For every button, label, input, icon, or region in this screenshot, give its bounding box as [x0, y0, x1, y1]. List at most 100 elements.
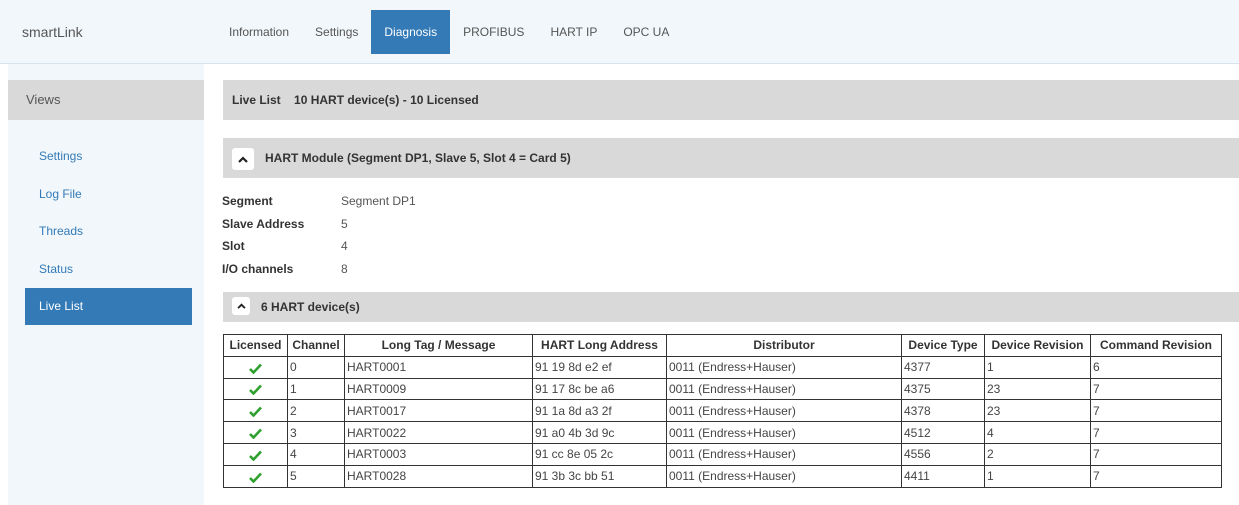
tab-profibus[interactable]: PROFIBUS	[450, 10, 537, 54]
licensed-cell	[223, 421, 288, 444]
device-type-cell: 4512	[901, 421, 985, 444]
address-cell: 91 17 8c be a6	[532, 377, 667, 401]
tab-opc-ua[interactable]: OPC UA	[610, 10, 682, 54]
device-revision-cell: 23	[984, 377, 1091, 401]
module-properties: Segment Segment DP1 Slave Address 5 Slot…	[222, 192, 416, 282]
address-cell: 91 a0 4b 3d 9c	[532, 421, 667, 444]
prop-key: Segment	[222, 194, 273, 208]
channel-cell: 3	[287, 421, 345, 444]
device-type-cell: 4556	[901, 442, 985, 466]
devices-collapse-button[interactable]	[232, 297, 250, 315]
prop-key: I/O channels	[222, 261, 294, 276]
prop-value: 5	[341, 216, 348, 231]
device-type-cell: 4411	[901, 464, 985, 488]
column-header-licensed: Licensed	[223, 334, 288, 357]
command-revision-cell: 6	[1090, 355, 1222, 379]
module-collapse-button[interactable]	[232, 148, 254, 170]
checkmark-icon	[249, 406, 262, 418]
tab-hart-ip[interactable]: HART IP	[537, 10, 610, 54]
checkmark-icon	[249, 363, 262, 374]
prop-row-slot: Slot 4	[222, 237, 416, 260]
tag-cell: HART0003	[344, 442, 533, 466]
prop-row-slave-address: Slave Address 5	[222, 215, 416, 238]
address-cell: 91 1a 8d a3 2f	[532, 399, 667, 423]
prop-key: Slave Address	[222, 216, 305, 231]
table-row: 5 HART0028 91 3b 3c bb 51 0011 (Endress+…	[223, 464, 1222, 488]
column-header-long-tag: Long Tag / Message	[344, 334, 533, 357]
sidebar-item-status[interactable]: Status	[25, 251, 192, 288]
table-row: 3 HART0022 91 a0 4b 3d 9c 0011 (Endress+…	[223, 421, 1222, 444]
device-type-cell: 4375	[901, 377, 985, 401]
tab-diagnosis[interactable]: Diagnosis	[371, 10, 451, 54]
column-header-command-revision: Command Revision	[1090, 334, 1222, 357]
prop-row-segment: Segment Segment DP1	[222, 192, 416, 215]
licensed-cell	[223, 442, 288, 466]
distributor-cell: 0011 (Endress+Hauser)	[666, 377, 902, 401]
channel-cell: 2	[287, 399, 345, 423]
column-header-channel: Channel	[287, 334, 345, 357]
distributor-cell: 0011 (Endress+Hauser)	[666, 399, 902, 423]
address-cell: 91 19 8d e2 ef	[532, 355, 667, 379]
device-revision-cell: 23	[984, 399, 1091, 423]
chevron-up-icon	[236, 303, 246, 309]
command-revision-cell: 7	[1090, 442, 1222, 466]
command-revision-cell: 7	[1090, 464, 1222, 488]
column-header-hart-long-address: HART Long Address	[532, 334, 667, 357]
prop-value: 8	[341, 261, 348, 276]
checkmark-icon	[249, 450, 262, 461]
top-bar: smartLink Information Settings Diagnosis…	[0, 0, 1239, 64]
sidebar-item-settings[interactable]: Settings	[25, 138, 192, 175]
sidebar-item-threads[interactable]: Threads	[25, 213, 192, 250]
channel-cell: 4	[287, 442, 345, 466]
app-brand: smartLink	[22, 24, 83, 40]
prop-value: Segment DP1	[341, 194, 416, 208]
module-header: HART Module (Segment DP1, Slave 5, Slot …	[223, 138, 1239, 178]
checkmark-icon	[249, 384, 262, 396]
table-row: 1 HART0009 91 17 8c be a6 0011 (Endress+…	[223, 377, 1222, 401]
tag-cell: HART0017	[344, 399, 533, 423]
devices-table: Licensed Channel Long Tag / Message HART…	[223, 334, 1222, 488]
licensed-cell	[223, 377, 288, 401]
top-nav: Information Settings Diagnosis PROFIBUS …	[216, 10, 682, 54]
live-list-summary: 10 HART device(s) - 10 Licensed	[294, 93, 479, 107]
checkmark-icon	[249, 428, 262, 439]
live-list-label: Live List	[232, 93, 281, 107]
device-revision-cell: 4	[984, 421, 1091, 444]
prop-row-io-channels: I/O channels 8	[222, 260, 416, 283]
column-header-device-revision: Device Revision	[984, 334, 1091, 357]
tag-cell: HART0028	[344, 464, 533, 488]
tag-cell: HART0022	[344, 421, 533, 444]
device-type-cell: 4377	[901, 355, 985, 379]
sidebar: Views Settings Log File Threads Status L…	[8, 64, 204, 505]
address-cell: 91 cc 8e 05 2c	[532, 442, 667, 466]
devices-header: 6 HART device(s)	[223, 292, 1239, 322]
channel-cell: 5	[287, 464, 345, 488]
module-title: HART Module (Segment DP1, Slave 5, Slot …	[265, 151, 571, 165]
sidebar-item-live-list[interactable]: Live List	[25, 288, 192, 325]
distributor-cell: 0011 (Endress+Hauser)	[666, 421, 902, 444]
live-list-header: Live List 10 HART device(s) - 10 License…	[223, 80, 1239, 120]
tab-settings[interactable]: Settings	[302, 10, 371, 54]
licensed-cell	[223, 355, 288, 379]
licensed-cell	[223, 399, 288, 423]
prop-value: 4	[341, 239, 348, 253]
sidebar-item-log-file[interactable]: Log File	[25, 176, 192, 213]
tab-information[interactable]: Information	[216, 10, 302, 54]
address-cell: 91 3b 3c bb 51	[532, 464, 667, 488]
column-header-device-type: Device Type	[901, 334, 985, 357]
distributor-cell: 0011 (Endress+Hauser)	[666, 442, 902, 466]
channel-cell: 0	[287, 355, 345, 379]
device-revision-cell: 2	[984, 442, 1091, 466]
prop-key: Slot	[222, 239, 245, 253]
checkmark-icon	[249, 472, 262, 483]
command-revision-cell: 7	[1090, 377, 1222, 401]
sidebar-header: Views	[8, 80, 204, 120]
tag-cell: HART0001	[344, 355, 533, 379]
column-header-distributor: Distributor	[666, 334, 902, 357]
table-header-row: Licensed Channel Long Tag / Message HART…	[223, 334, 1222, 357]
distributor-cell: 0011 (Endress+Hauser)	[666, 355, 902, 379]
distributor-cell: 0011 (Endress+Hauser)	[666, 464, 902, 488]
devices-title: 6 HART device(s)	[261, 300, 360, 314]
command-revision-cell: 7	[1090, 399, 1222, 423]
chevron-up-icon	[238, 155, 248, 163]
